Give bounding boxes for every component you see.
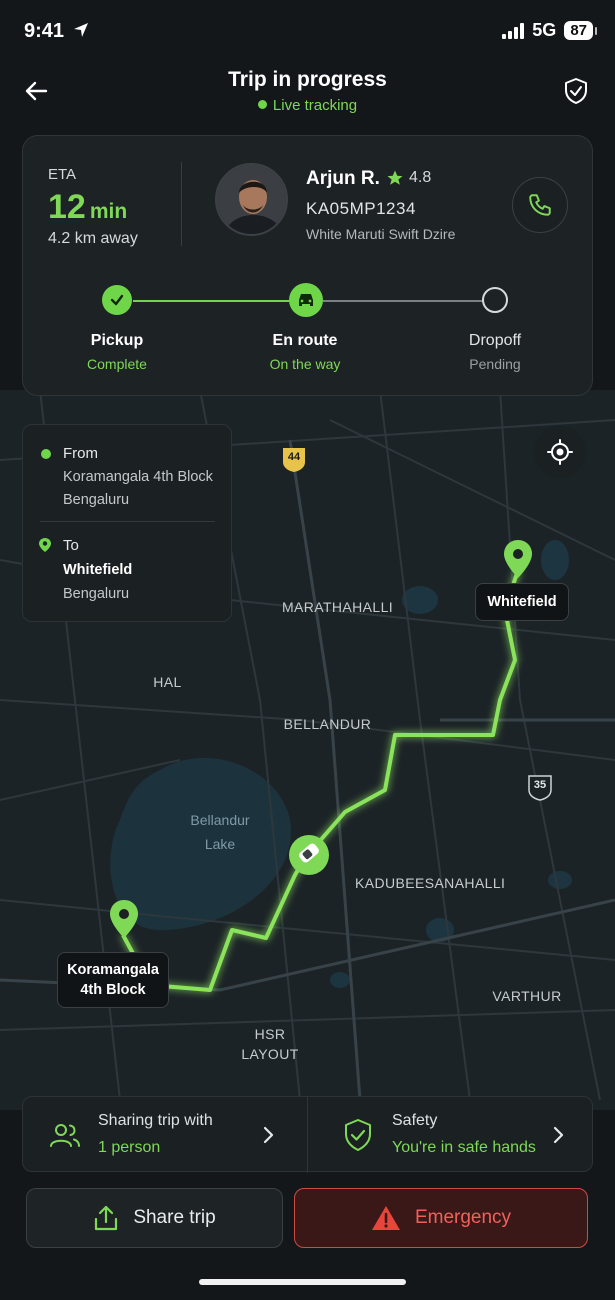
network-type: 5G xyxy=(532,20,557,40)
vehicle-description: White Maruti Swift Dzire xyxy=(306,226,456,242)
step-enroute-status: On the way xyxy=(269,356,341,372)
map-label-kadubeesanahalli: KADUBEESANAHALLI xyxy=(355,875,506,891)
step-dropoff-marker xyxy=(482,287,508,313)
origin-label-line2: 4th Block xyxy=(80,982,146,998)
live-tracking-text: Live tracking xyxy=(272,97,358,114)
trip-status-card: ETA 12 min 4.2 km away Arjun R. 4.8 KA05M… xyxy=(22,135,593,396)
to-label: To xyxy=(63,537,79,554)
origin-label: Koramangala 4th Block xyxy=(57,952,169,1008)
signal-icon xyxy=(502,22,525,39)
status-time-text: 9:41 xyxy=(24,20,65,42)
share-trip-button[interactable]: Share trip xyxy=(26,1188,283,1248)
safety-shield-button[interactable] xyxy=(561,76,591,106)
sharing-value: 1 person xyxy=(98,1139,161,1156)
to-address-line1: Whitefield xyxy=(63,562,133,578)
eta-distance: 4.2 km away xyxy=(48,230,138,247)
map-label-varthur: VARTHUR xyxy=(492,988,562,1004)
sharing-title: Sharing trip with xyxy=(98,1112,213,1129)
from-label: From xyxy=(63,445,98,462)
from-address-line1: Koramangala 4th Block xyxy=(63,469,213,485)
emergency-button[interactable]: Emergency xyxy=(294,1188,588,1248)
eta-label: ETA xyxy=(48,166,77,183)
from-dot-icon xyxy=(41,449,51,459)
map-label-hsr-1: HSR xyxy=(254,1026,286,1042)
share-upload-icon xyxy=(95,1205,118,1231)
step-dropoff-status: Pending xyxy=(469,356,521,372)
star-icon xyxy=(387,170,403,185)
progress-line-complete xyxy=(133,300,291,302)
warning-icon xyxy=(371,1206,400,1230)
highway-44-label: 44 xyxy=(287,451,301,463)
vehicle-plate: KA05MP1234 xyxy=(306,199,416,218)
to-address-line2: Bengaluru xyxy=(63,586,130,602)
highway-35-label: 35 xyxy=(533,779,547,791)
route-summary-panel: From Koramangala 4th Block Bengaluru To … xyxy=(22,424,232,622)
live-dot-icon xyxy=(257,100,267,109)
shield-check-icon xyxy=(565,78,587,104)
chevron-right-icon xyxy=(553,1126,564,1144)
step-pickup-label: Pickup xyxy=(90,332,144,349)
safety-title: Safety xyxy=(392,1112,438,1129)
driver-photo-icon xyxy=(217,165,286,234)
live-tracking-status: Live tracking xyxy=(0,97,615,114)
car-marker-icon xyxy=(289,835,329,875)
safety-value: You're in safe hands xyxy=(392,1139,536,1156)
driver-rating: 4.8 xyxy=(386,169,431,187)
status-time: 9:41 xyxy=(24,20,89,43)
card-divider xyxy=(181,162,182,246)
step-pickup-status: Complete xyxy=(87,356,147,372)
sharing-trip-item[interactable]: Sharing trip with 1 person xyxy=(23,1097,307,1173)
check-icon xyxy=(110,294,124,306)
map-label-lake-2: Lake xyxy=(204,836,236,852)
recenter-button[interactable] xyxy=(534,426,586,478)
phone-icon xyxy=(529,194,551,216)
step-dropoff-label: Dropoff xyxy=(468,332,522,349)
emergency-label: Emergency xyxy=(414,1207,512,1228)
safety-item[interactable]: Safety You're in safe hands xyxy=(308,1097,594,1173)
map-label-hsr-2: LAYOUT xyxy=(241,1046,299,1062)
trip-info-row: Sharing trip with 1 person Safety You're… xyxy=(22,1096,594,1173)
share-trip-label: Share trip xyxy=(133,1207,216,1228)
location-arrow-icon xyxy=(73,23,88,37)
car-icon xyxy=(299,294,313,306)
eta-number: 12 xyxy=(48,188,86,226)
battery-indicator: 87 xyxy=(564,21,597,40)
to-pin-icon xyxy=(39,538,51,552)
step-pickup-marker xyxy=(102,285,132,315)
eta-value: 12 min xyxy=(48,188,127,227)
map-label-marathahalli: MARATHAHALLI xyxy=(281,599,394,615)
driver-name: Arjun R. xyxy=(306,168,380,189)
page-title: Trip in progress xyxy=(228,68,387,91)
route-divider xyxy=(40,521,215,522)
step-enroute-marker xyxy=(289,283,323,317)
driver-avatar xyxy=(215,163,288,236)
destination-label: Whitefield xyxy=(475,583,569,621)
people-icon xyxy=(50,1124,80,1147)
step-enroute-label: En route xyxy=(272,332,338,349)
chevron-right-icon xyxy=(263,1126,274,1144)
driver-rating-value: 4.8 xyxy=(409,169,432,186)
from-address-line2: Bengaluru xyxy=(63,492,130,508)
shield-check-icon xyxy=(345,1119,371,1151)
progress-line-pending xyxy=(323,300,483,302)
home-indicator[interactable] xyxy=(199,1279,406,1285)
eta-unit: min xyxy=(89,200,128,223)
status-indicators: 5G 87 xyxy=(502,20,597,41)
map-label-lake-1: Bellandur xyxy=(190,812,250,828)
origin-label-line1: Koramangala xyxy=(67,962,159,978)
crosshair-icon xyxy=(547,439,573,465)
map-label-hal: HAL xyxy=(153,674,182,690)
map-label-bellandur: BELLANDUR xyxy=(283,716,372,732)
call-driver-button[interactable] xyxy=(512,177,568,233)
